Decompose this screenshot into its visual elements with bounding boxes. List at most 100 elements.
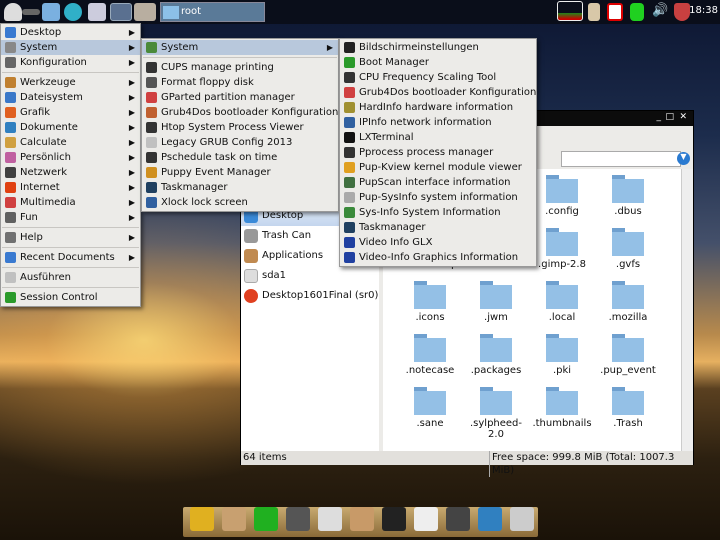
- menu-item-help[interactable]: Help ▶: [1, 230, 140, 245]
- cpu-monitor-icon[interactable]: [557, 1, 583, 21]
- menu-item-pupscan-interface-information[interactable]: PupScan interface information: [340, 175, 536, 190]
- drive-icon: [244, 269, 258, 283]
- menu-item-cpu-frequency-scaling-tool[interactable]: CPU Frequency Scaling Tool: [340, 70, 536, 85]
- menu-item-pup-kview-kernel-module-viewer[interactable]: Pup-Kview kernel module viewer: [340, 160, 536, 175]
- menu-item-konfiguration[interactable]: Konfiguration ▶: [1, 55, 140, 70]
- text-editor-icon[interactable]: [414, 507, 438, 531]
- windows-icon[interactable]: [88, 3, 106, 21]
- menu-item-hardinfo-hardware-information[interactable]: HardInfo hardware information: [340, 100, 536, 115]
- place-sr0[interactable]: Desktop1601Final (sr0): [241, 286, 379, 306]
- close-button[interactable]: ✕: [679, 112, 687, 122]
- menu-item-pprocess-process-manager[interactable]: Pprocess process manager: [340, 145, 536, 160]
- internet-icon: [5, 182, 16, 193]
- terminal-icon[interactable]: [382, 507, 406, 531]
- menu-item-video-info-glx[interactable]: Video Info GLX: [340, 235, 536, 250]
- home-icon[interactable]: [222, 507, 246, 531]
- menu-item-grub4dos-bootloader-konfiguration[interactable]: Grub4Dos bootloader Konfiguration: [340, 85, 536, 100]
- menu-item-label: HardInfo hardware information: [359, 102, 514, 113]
- menu-item-recent-documents[interactable]: Recent Documents ▶: [1, 250, 140, 265]
- desktop-2-icon[interactable]: [134, 3, 156, 21]
- menu-item-taskmanager[interactable]: Taskmanager: [142, 180, 338, 195]
- menu-item-ipinfo-network-information[interactable]: IPInfo network information: [340, 115, 536, 130]
- menu-item-internet[interactable]: Internet ▶: [1, 180, 140, 195]
- power-icon[interactable]: [510, 507, 534, 531]
- menu-item-boot-manager[interactable]: Boot Manager: [340, 55, 536, 70]
- file-item[interactable]: .thumbnails: [529, 387, 595, 429]
- menu-item-bildschirmeinstellungen[interactable]: Bildschirmeinstellungen: [340, 40, 536, 55]
- network-disconnected-icon[interactable]: [607, 3, 623, 21]
- tools-icon[interactable]: [22, 9, 40, 15]
- menu-item-pschedule-task-on-time[interactable]: Pschedule task on time: [142, 150, 338, 165]
- file-item[interactable]: .sylpheed-2.0: [463, 387, 529, 440]
- menu-item-sys-info-system-information[interactable]: Sys-Info System Information: [340, 205, 536, 220]
- menu-item-gparted-partition-manager[interactable]: GParted partition manager: [142, 90, 338, 105]
- folder-icon: [546, 334, 578, 362]
- menu-item-grafik[interactable]: Grafik ▶: [1, 105, 140, 120]
- menu-item-pup-sysinfo-system-information[interactable]: Pup-SysInfo system information: [340, 190, 536, 205]
- place-sda1[interactable]: sda1: [241, 266, 379, 286]
- firewall-icon[interactable]: [674, 3, 690, 21]
- file-item[interactable]: .config: [529, 175, 595, 217]
- settings-icon[interactable]: [446, 507, 470, 531]
- file-item[interactable]: .sane: [397, 387, 463, 429]
- file-item[interactable]: .jwm: [463, 281, 529, 323]
- network-icon[interactable]: [478, 507, 502, 531]
- menu-item-multimedia[interactable]: Multimedia ▶: [1, 195, 140, 210]
- menu-item-ausf-hren[interactable]: Ausführen: [1, 270, 140, 285]
- puppy-menu-icon[interactable]: [4, 3, 22, 21]
- home-folder-icon[interactable]: [42, 3, 60, 21]
- menu-item-label: Dokumente: [20, 122, 78, 133]
- desktop-1-icon[interactable]: [110, 3, 132, 21]
- chevron-right-icon: ▶: [128, 183, 135, 192]
- menu-item-fun[interactable]: Fun ▶: [1, 210, 140, 225]
- browser-icon[interactable]: [64, 3, 82, 21]
- taskbar-button-root[interactable]: root: [160, 2, 265, 22]
- menu-item-cups-manage-printing[interactable]: CUPS manage printing: [142, 60, 338, 75]
- menu-item-legacy-grub-config-2013[interactable]: Legacy GRUB Config 2013: [142, 135, 338, 150]
- abiword-icon[interactable]: [318, 507, 342, 531]
- maximize-button[interactable]: □: [665, 112, 674, 122]
- menu-item-desktop[interactable]: Desktop ▶: [1, 25, 140, 40]
- vertical-scrollbar[interactable]: [681, 169, 693, 451]
- menu-item-video-info-graphics-information[interactable]: Video-Info Graphics Information: [340, 250, 536, 265]
- file-item[interactable]: .pki: [529, 334, 595, 376]
- file-item[interactable]: .gimp-2.8: [529, 228, 595, 270]
- menu-item-system[interactable]: System ▶: [1, 40, 140, 55]
- menu-item-session-control[interactable]: Session Control: [1, 290, 140, 305]
- menu-item-calculate[interactable]: Calculate ▶: [1, 135, 140, 150]
- menu-item-dateisystem[interactable]: Dateisystem ▶: [1, 90, 140, 105]
- gimp-icon[interactable]: [286, 507, 310, 531]
- go-icon[interactable]: ▼: [677, 152, 690, 165]
- file-item[interactable]: .mozilla: [595, 281, 661, 323]
- menu-item-xlock-lock-screen[interactable]: Xlock lock screen: [142, 195, 338, 210]
- file-item[interactable]: .notecase: [397, 334, 463, 376]
- menu-item-format-floppy-disk[interactable]: Format floppy disk: [142, 75, 338, 90]
- minimize-button[interactable]: _: [657, 112, 662, 122]
- file-item[interactable]: .Trash: [595, 387, 661, 429]
- menu-item-taskmanager[interactable]: Taskmanager: [340, 220, 536, 235]
- file-item[interactable]: .gvfs: [595, 228, 661, 270]
- clipboard-icon[interactable]: [588, 3, 600, 21]
- menu-item-lxterminal[interactable]: LXTerminal: [340, 130, 536, 145]
- menu-item-puppy-event-manager[interactable]: Puppy Event Manager: [142, 165, 338, 180]
- menu-item-htop-system-process-viewer[interactable]: Htop System Process Viewer: [142, 120, 338, 135]
- menu-item-label: Xlock lock screen: [161, 197, 248, 208]
- file-item[interactable]: .pup_event: [595, 334, 661, 376]
- menu-item-grub4dos-bootloader-konfiguration[interactable]: Grub4Dos bootloader Konfiguration: [142, 105, 338, 120]
- menu-item-system[interactable]: System ▶: [142, 40, 338, 55]
- file-item[interactable]: .packages: [463, 334, 529, 376]
- file-item[interactable]: .dbus: [595, 175, 661, 217]
- package-icon[interactable]: [350, 507, 374, 531]
- menu-item-dokumente[interactable]: Dokumente ▶: [1, 120, 140, 135]
- volume-icon[interactable]: 🔊: [652, 3, 668, 21]
- file-item[interactable]: .local: [529, 281, 595, 323]
- disk-icon[interactable]: [630, 3, 644, 21]
- menu-item-pers-nlich[interactable]: Persönlich ▶: [1, 150, 140, 165]
- libreoffice-icon[interactable]: [254, 507, 278, 531]
- file-item[interactable]: .icons: [397, 281, 463, 323]
- chrome-icon[interactable]: [190, 507, 214, 531]
- location-input[interactable]: [561, 151, 681, 167]
- menu-item-netzwerk[interactable]: Netzwerk ▶: [1, 165, 140, 180]
- menu-item-werkzeuge[interactable]: Werkzeuge ▶: [1, 75, 140, 90]
- chevron-right-icon: ▶: [128, 233, 135, 242]
